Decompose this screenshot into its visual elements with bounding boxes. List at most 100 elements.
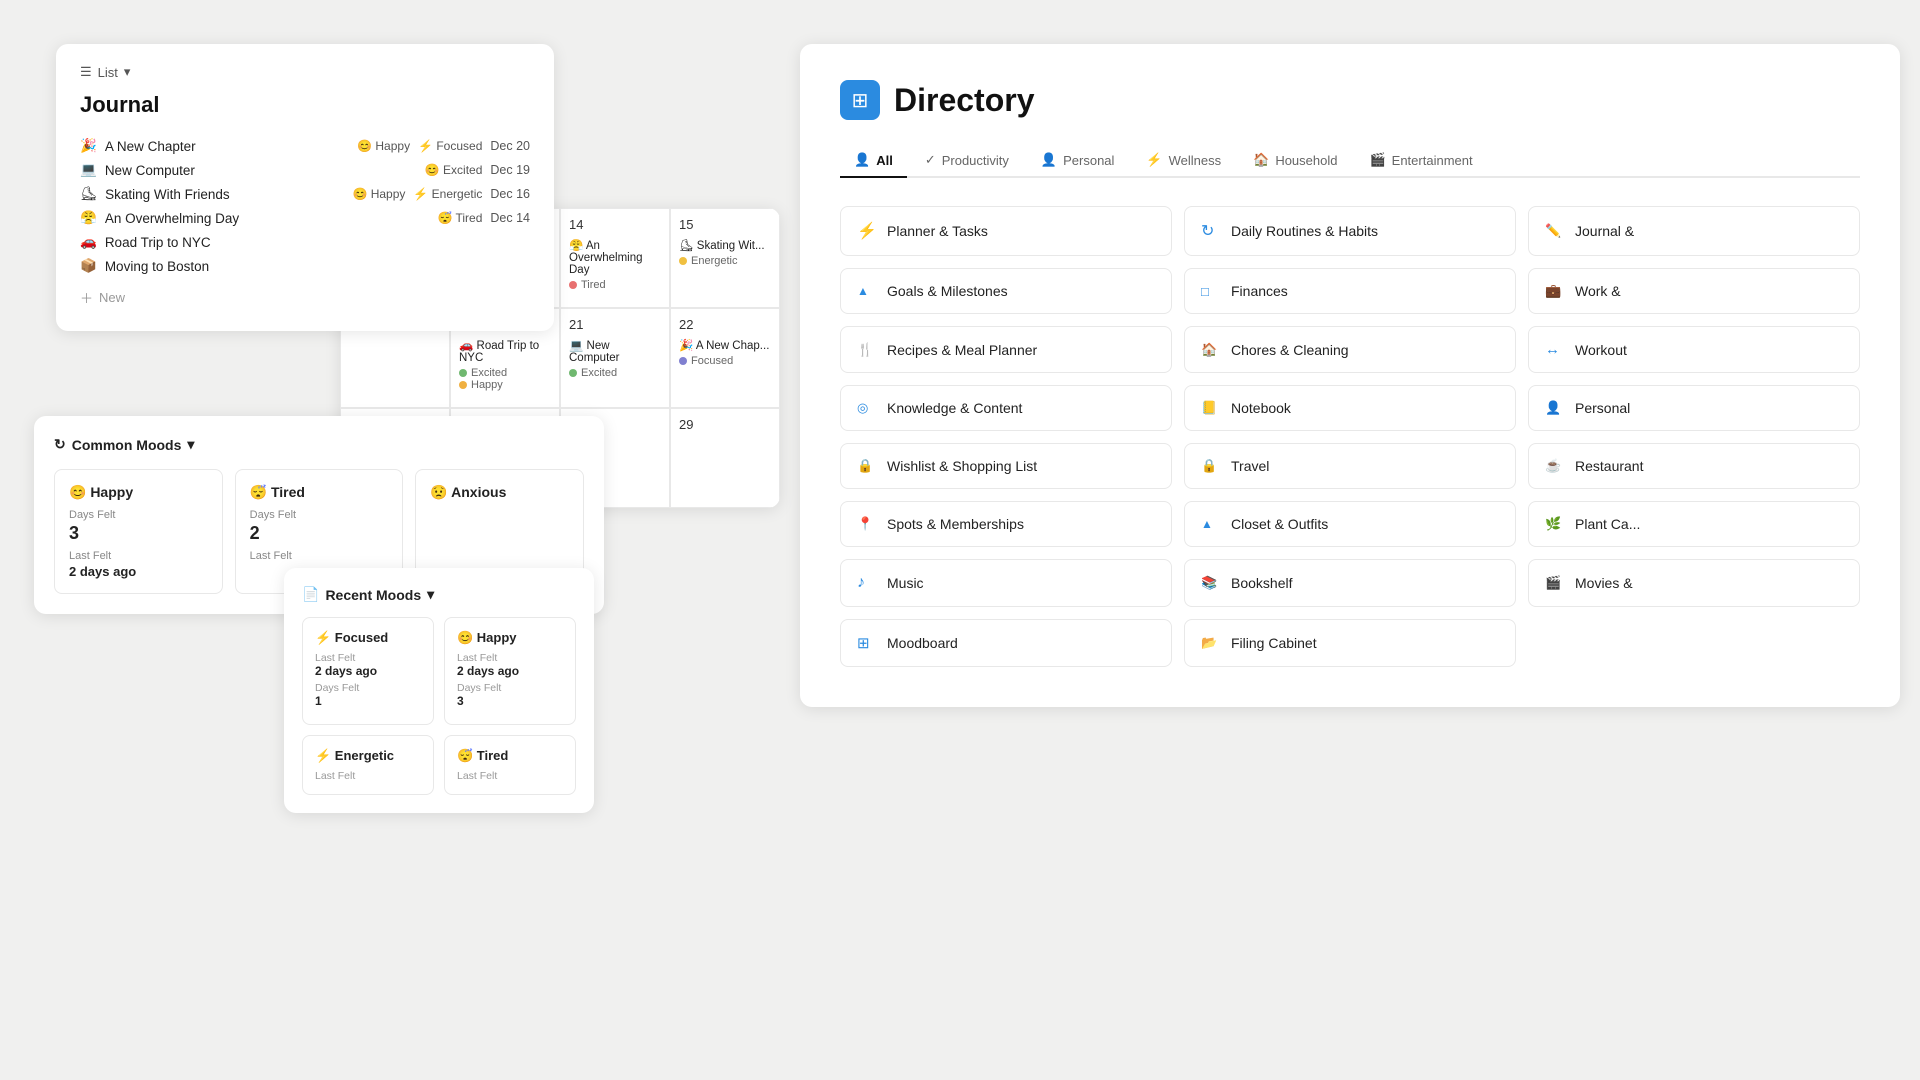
rm-label: Last Felt: [457, 770, 563, 782]
directory-item[interactable]: Recipes & Meal Planner: [840, 326, 1172, 373]
dir-item-label: Filing Cabinet: [1231, 635, 1317, 651]
directory-title: Directory: [894, 82, 1035, 119]
directory-item[interactable]: Filing Cabinet: [1184, 619, 1516, 667]
directory-header: ⊞ Directory: [840, 80, 1860, 120]
dir-item-label: Workout: [1575, 342, 1627, 358]
cal-mood: Happy: [459, 379, 551, 391]
mood-item[interactable]: 😊 Happy Days Felt3 Last Felt2 days ago: [54, 469, 223, 594]
dir-item-icon: [857, 284, 877, 298]
directory-item[interactable]: Closet & Outfits: [1184, 501, 1516, 547]
journal-entry[interactable]: 📦 Moving to Boston: [80, 254, 530, 278]
rm-name: ⚡ Focused: [315, 630, 421, 646]
tab-icon: 🎬: [1369, 152, 1385, 168]
directory-item[interactable]: Notebook: [1184, 385, 1516, 431]
recent-mood-item[interactable]: ⚡ Focused Last Felt 2 days ago Days Felt…: [302, 617, 434, 725]
directory-item[interactable]: Bookshelf: [1184, 559, 1516, 607]
directory-item[interactable]: Personal: [1528, 385, 1860, 431]
directory-tab[interactable]: ⚡Wellness: [1132, 144, 1235, 178]
stat-label: Days Felt: [69, 509, 208, 521]
rm-val: 1: [315, 694, 421, 708]
dir-item-icon: [857, 574, 877, 592]
dir-item-icon: [857, 221, 877, 241]
journal-entry[interactable]: 💻 New Computer 😊 Excited Dec 19: [80, 158, 530, 182]
directory-item[interactable]: Knowledge & Content: [840, 385, 1172, 431]
refresh-icon: ↻: [54, 436, 66, 453]
new-entry-button[interactable]: ＋ New: [80, 288, 530, 307]
journal-entry[interactable]: 😤 An Overwhelming Day 😴 Tired Dec 14: [80, 206, 530, 230]
directory-item[interactable]: Chores & Cleaning: [1184, 326, 1516, 373]
mood-tag: ⚡ Energetic: [413, 187, 482, 201]
dir-item-icon: [1201, 221, 1221, 241]
directory-item[interactable]: Work &: [1528, 268, 1860, 314]
directory-item[interactable]: Workout: [1528, 326, 1860, 373]
dir-item-icon: [1545, 516, 1565, 532]
directory-item[interactable]: Spots & Memberships: [840, 501, 1172, 547]
directory-item[interactable]: Goals & Milestones: [840, 268, 1172, 314]
list-label[interactable]: List: [98, 65, 118, 80]
journal-entry[interactable]: ⛸ Skating With Friends 😊 Happy⚡ Energeti…: [80, 182, 530, 206]
mood-name: 😟 Anxious: [430, 484, 569, 501]
dir-item-icon: [1201, 517, 1221, 531]
directory-item[interactable]: Travel: [1184, 443, 1516, 489]
recent-mood-item[interactable]: 😴 Tired Last Felt: [444, 735, 576, 795]
dir-item-label: Closet & Outfits: [1231, 516, 1328, 532]
directory-item[interactable]: Planner & Tasks: [840, 206, 1172, 256]
recent-mood-item[interactable]: 😊 Happy Last Felt 2 days ago Days Felt 3: [444, 617, 576, 725]
directory-item[interactable]: Journal &: [1528, 206, 1860, 256]
directory-item[interactable]: Plant Ca...: [1528, 501, 1860, 547]
directory-tab[interactable]: 🏠Household: [1239, 144, 1351, 178]
dir-item-icon: [1201, 342, 1221, 358]
entry-right: 😴 Tired Dec 14: [437, 211, 530, 225]
stat-value-sm: 2 days ago: [69, 564, 208, 579]
directory-item[interactable]: Movies &: [1528, 559, 1860, 607]
dir-item-label: Movies &: [1575, 575, 1633, 591]
mood-tag: 😊 Happy: [352, 187, 405, 201]
directory-tab[interactable]: ✓Productivity: [911, 144, 1023, 178]
calendar-cell[interactable]: 14😤 An Overwhelming DayTired: [560, 208, 670, 308]
entry-right: 😊 Happy⚡ Energetic Dec 16: [352, 187, 530, 201]
mood-dot: [679, 257, 687, 265]
entry-left: 🚗 Road Trip to NYC: [80, 234, 211, 250]
calendar-cell[interactable]: 22🎉 A New Chap...Focused: [670, 308, 780, 408]
mood-tag: 😴 Tired: [437, 211, 482, 225]
dir-item-label: Knowledge & Content: [887, 400, 1022, 416]
calendar-cell[interactable]: 29: [670, 408, 780, 508]
directory-tab[interactable]: 👤Personal: [1027, 144, 1129, 178]
tab-label: All: [876, 153, 893, 168]
directory-item[interactable]: Finances: [1184, 268, 1516, 314]
directory-item[interactable]: Restaurant: [1528, 443, 1860, 489]
dir-item-label: Plant Ca...: [1575, 516, 1640, 532]
journal-entry[interactable]: 🎉 A New Chapter 😊 Happy⚡ Focused Dec 20: [80, 134, 530, 158]
entry-title: New Computer: [105, 163, 195, 178]
dir-item-icon: [1545, 400, 1565, 416]
recent-mood-item[interactable]: ⚡ Energetic Last Felt: [302, 735, 434, 795]
directory-tab[interactable]: 🎬Entertainment: [1355, 144, 1486, 178]
directory-grid: Planner & Tasks Daily Routines & Habits Jo…: [840, 206, 1860, 667]
rm-name: 😊 Happy: [457, 630, 563, 646]
dir-item-label: Chores & Cleaning: [1231, 342, 1349, 358]
journal-entry[interactable]: 🚗 Road Trip to NYC: [80, 230, 530, 254]
calendar-cell[interactable]: 21💻 New ComputerExcited: [560, 308, 670, 408]
dir-item-label: Work &: [1575, 283, 1621, 299]
mood-dot: [459, 381, 467, 389]
dir-item-icon: [1545, 458, 1565, 474]
dir-item-label: Moodboard: [887, 635, 958, 651]
directory-item[interactable]: Wishlist & Shopping List: [840, 443, 1172, 489]
mood-tag: 😊 Excited: [425, 163, 483, 177]
tab-icon: 👤: [854, 152, 870, 168]
dir-item-label: Daily Routines & Habits: [1231, 223, 1378, 239]
dir-item-icon: [1545, 575, 1565, 591]
entry-right: 😊 Excited Dec 19: [425, 163, 530, 177]
directory-item[interactable]: Daily Routines & Habits: [1184, 206, 1516, 256]
directory-item[interactable]: Moodboard: [840, 619, 1172, 667]
chevron-down-icon: ▾: [124, 64, 131, 80]
rm-label: Last Felt: [315, 770, 421, 782]
directory-tab[interactable]: 👤 All: [840, 144, 907, 178]
directory-item[interactable]: Music: [840, 559, 1172, 607]
calendar-cell[interactable]: 15⛸ Skating Wit...Energetic: [670, 208, 780, 308]
cal-day-num: 14: [569, 217, 661, 232]
document-icon: 📄: [302, 586, 319, 603]
dir-item-label: Finances: [1231, 283, 1288, 299]
rm-val: 3: [457, 694, 563, 708]
dir-item-label: Restaurant: [1575, 458, 1643, 474]
